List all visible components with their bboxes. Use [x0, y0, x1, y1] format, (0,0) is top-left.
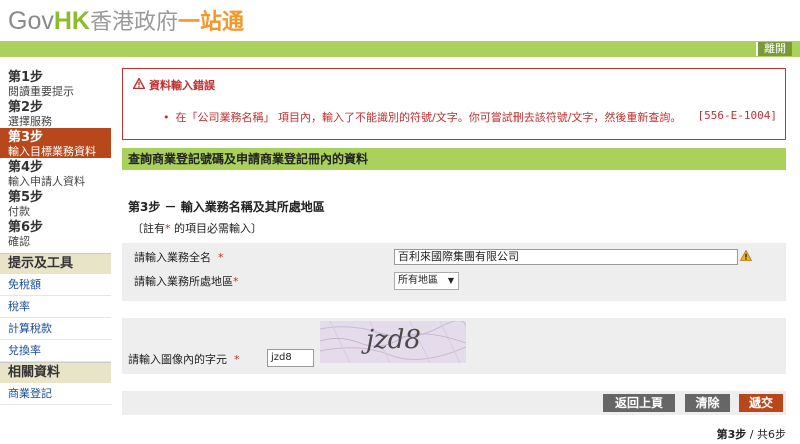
- tools-heading: 提示及工具: [0, 253, 111, 274]
- label-text: 請輸入業務所處地區: [134, 275, 233, 288]
- region-select-value: 所有地區: [398, 275, 438, 286]
- logo-zh-onestop: 一站通: [177, 10, 244, 35]
- sidebar-link-tax-calc[interactable]: 計算稅款: [0, 318, 111, 340]
- sidebar-step-5: 第5步 付款: [0, 188, 111, 219]
- sidebar-link-tax-rates[interactable]: 稅率: [0, 296, 111, 318]
- sidebar-step-2: 第2步 選擇服務: [0, 98, 111, 129]
- pager-total: / 共6步: [746, 428, 786, 441]
- step-sub: 付款: [8, 205, 30, 218]
- step-title: 第5步: [8, 190, 44, 205]
- step-heading: 第3步 － 輸入業務名稱及其所處地區: [128, 200, 325, 214]
- logo-hk: HK: [53, 7, 90, 35]
- error-title: 資料輸入錯誤: [132, 77, 215, 93]
- sidebar-link-exchange-rates[interactable]: 兌換率: [0, 340, 111, 362]
- error-message-text: 在「公司業務名稱」 項目內，輸入了不能識別的符號/文字。你可嘗試刪去該符號/文字…: [175, 111, 682, 124]
- field-warning-icon: [739, 249, 753, 264]
- logout-button[interactable]: 離開: [756, 42, 792, 56]
- pager-current: 第3步: [716, 428, 747, 441]
- button-bar: 返回上頁 清除 遞交: [122, 391, 786, 415]
- error-message: • 在「公司業務名稱」 項目內，輸入了不能識別的符號/文字。你可嘗試刪去該符號/文…: [163, 109, 681, 125]
- submit-button[interactable]: 遞交: [739, 394, 783, 412]
- header: GovHK香港政府一站通: [0, 0, 800, 40]
- step-title: 第2步: [8, 100, 44, 115]
- step-sub: 確認: [8, 235, 30, 248]
- business-name-label: 請輸入業務全名 *: [134, 249, 224, 265]
- sidebar-step-6: 第6步 確認: [0, 218, 111, 249]
- sidebar-step-4: 第4步 輸入申請人資料: [0, 158, 111, 189]
- captcha-form: 請輸入圖像內的字元 * jzd8 jzd8: [122, 318, 786, 374]
- step-sub: 選擇服務: [8, 115, 52, 128]
- chevron-down-icon: ▼: [447, 276, 454, 285]
- top-green-bar: [0, 41, 800, 57]
- captcha-label: 請輸入圖像內的字元 *: [128, 351, 240, 367]
- related-heading: 相關資料: [0, 362, 111, 383]
- logo-gov: Gov: [8, 7, 54, 35]
- captcha-image: jzd8: [320, 321, 466, 363]
- section-title: 查詢商業登記號碼及申請商業登記冊內的資料: [122, 148, 786, 170]
- error-box: 資料輸入錯誤 • 在「公司業務名稱」 項目內，輸入了不能識別的符號/文字。你可嘗試…: [122, 68, 786, 140]
- step-sub: 輸入申請人資料: [8, 175, 85, 188]
- sidebar-step-1: 第1步 閱讀重要提示: [0, 68, 111, 99]
- required-star: *: [233, 275, 239, 288]
- business-region-label: 請輸入業務所處地區*: [134, 273, 239, 289]
- step-sub: 閱讀重要提示: [8, 85, 74, 98]
- step-title: 第3步: [8, 130, 44, 145]
- back-button[interactable]: 返回上頁: [603, 394, 675, 412]
- required-note: 〔註有* 的項目必需輸入〕: [122, 220, 786, 236]
- sidebar-link-business-registration[interactable]: 商業登記: [0, 383, 111, 405]
- step-pager: 第3步 / 共6步: [717, 426, 786, 442]
- govhk-logo[interactable]: GovHK香港政府一站通: [8, 4, 244, 36]
- sidebar-step-3-active: 第3步 輸入目標業務資料: [0, 128, 111, 158]
- business-name-input[interactable]: 百利來國際集團有限公司: [394, 249, 738, 265]
- step-title: 第4步: [8, 160, 44, 175]
- label-text: 請輸入圖像內的字元: [128, 353, 227, 366]
- error-code: [556-E-1004]: [697, 109, 777, 122]
- label-text: 請輸入業務全名: [134, 251, 211, 264]
- note-prefix: 〔註有: [132, 222, 165, 235]
- business-form: 請輸入業務全名 * 百利來國際集團有限公司 請輸入業務所處地區* 所有地區 ▼: [122, 243, 786, 301]
- note-suffix: 的項目必需輸入〕: [170, 222, 262, 235]
- required-star: *: [218, 251, 224, 264]
- captcha-text: jzd8: [366, 325, 421, 355]
- captcha-input[interactable]: jzd8: [267, 349, 314, 367]
- error-title-text: 資料輸入錯誤: [149, 79, 215, 92]
- bullet-icon: •: [163, 111, 170, 124]
- clear-button[interactable]: 清除: [685, 394, 730, 412]
- step-title: 第6步: [8, 220, 44, 235]
- logo-zh: 香港政府: [89, 10, 178, 35]
- sidebar-link-allowances[interactable]: 免稅額: [0, 274, 111, 296]
- step-sub: 輸入目標業務資料: [8, 145, 96, 158]
- required-star: *: [234, 353, 240, 366]
- main-content: 資料輸入錯誤 • 在「公司業務名稱」 項目內，輸入了不能識別的符號/文字。你可嘗試…: [122, 68, 786, 415]
- region-select[interactable]: 所有地區 ▼: [394, 272, 459, 290]
- step-title: 第1步: [8, 70, 44, 85]
- sidebar: 第1步 閱讀重要提示 第2步 選擇服務 第3步 輸入目標業務資料 第4步 輸入申…: [0, 68, 111, 405]
- warning-icon: [132, 77, 146, 92]
